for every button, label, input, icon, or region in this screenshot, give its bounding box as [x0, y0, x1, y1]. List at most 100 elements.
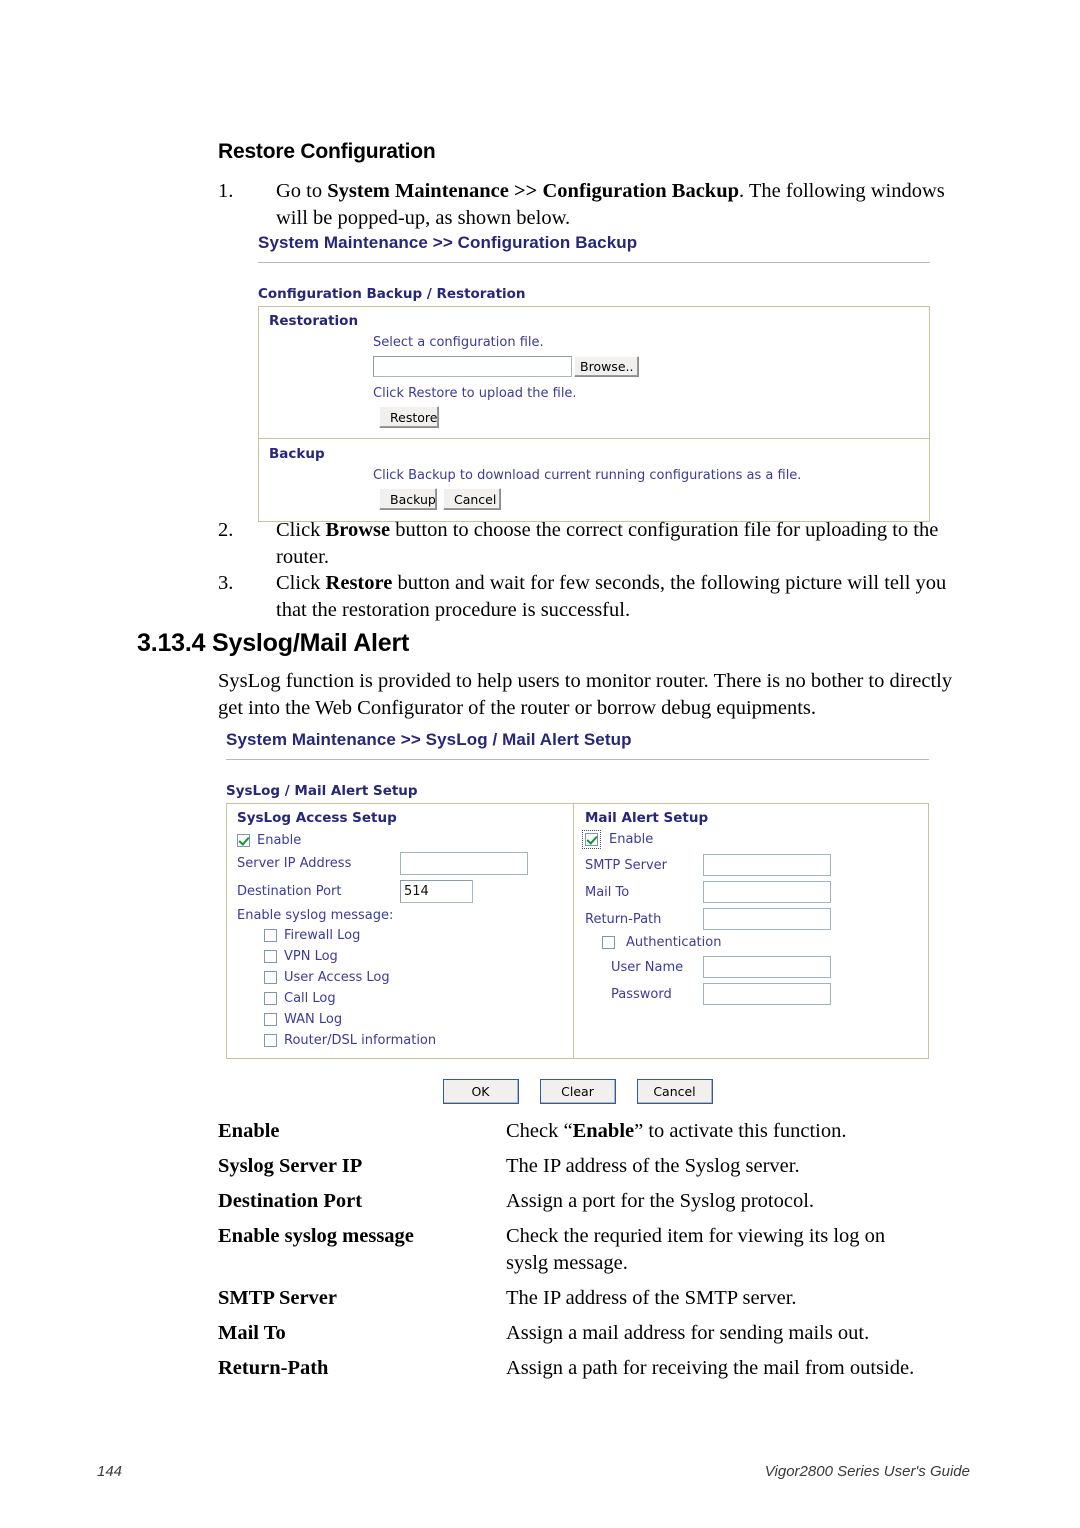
definition-term-return-path: Return-Path: [218, 1357, 329, 1379]
restore-button-row: Restore: [379, 406, 919, 428]
step-2-number: 2.: [218, 519, 234, 541]
mail-alert-enable-checkbox[interactable]: [582, 830, 601, 849]
definition-row-mail-to: Mail To Assign a mail address for sendin…: [218, 1320, 978, 1347]
wan-log-label: WAN Log: [284, 1012, 343, 1027]
form-action-buttons: OK Clear Cancel: [226, 1079, 929, 1104]
server-ip-label: Server IP Address: [237, 856, 352, 871]
header-divider: [258, 262, 930, 263]
clear-button[interactable]: Clear: [539, 1079, 616, 1104]
click-restore-text: Click Restore to upload the file.: [373, 386, 577, 401]
smtp-server-input[interactable]: [703, 854, 831, 876]
definition-desc-mail-to: Assign a mail address for sending mails …: [506, 1322, 870, 1344]
user-access-log-checkbox[interactable]: [264, 971, 277, 984]
syslog-enable-row[interactable]: Enable: [237, 833, 565, 848]
footer-page-number: 144: [97, 1463, 123, 1480]
firewall-log-label: Firewall Log: [284, 928, 361, 943]
step-item-3: 3. Click Restore button and wait for few…: [218, 570, 970, 624]
user-name-input[interactable]: [703, 956, 831, 978]
authentication-row[interactable]: Authentication: [602, 935, 918, 950]
definition-row-enable: Enable Check “Enable” to activate this f…: [218, 1118, 978, 1145]
select-config-file-text: Select a configuration file.: [373, 335, 544, 350]
definition-term-mail-to: Mail To: [218, 1322, 286, 1344]
password-input[interactable]: [703, 983, 831, 1005]
header-divider-syslog: [226, 759, 929, 760]
syslog-enable-label: Enable: [257, 833, 302, 848]
checkbox-row-vpn-log[interactable]: VPN Log: [264, 949, 565, 964]
cancel-button[interactable]: Cancel: [443, 488, 501, 510]
definition-desc-enable-syslog-message: Check the requried item for viewing its …: [506, 1225, 886, 1274]
checkbox-row-firewall-log[interactable]: Firewall Log: [264, 928, 565, 943]
checkbox-row-user-access-log[interactable]: User Access Log: [264, 970, 565, 985]
definition-term-destination-port: Destination Port: [218, 1190, 363, 1212]
definition-term-enable-syslog-message: Enable syslog message: [218, 1225, 414, 1247]
footer-guide-name: Vigor2800 Series User's Guide: [764, 1463, 970, 1480]
password-row: Password: [611, 983, 918, 1005]
restoration-body: Select a configuration file. Browse.. Cl…: [373, 335, 919, 428]
box-title-configuration-backup: Configuration Backup / Restoration: [258, 286, 526, 302]
mail-to-label: Mail To: [585, 884, 630, 900]
syslog-access-setup-heading: SysLog Access Setup: [237, 810, 397, 826]
firewall-log-checkbox[interactable]: [264, 929, 277, 942]
mail-alert-enable-row[interactable]: Enable: [582, 830, 918, 849]
backup-body: Click Backup to download current running…: [373, 468, 919, 510]
definition-desc-smtp-server: The IP address of the SMTP server.: [506, 1287, 797, 1309]
backup-section: Backup Click Backup to download current …: [259, 439, 929, 521]
vpn-log-checkbox[interactable]: [264, 950, 277, 963]
server-ip-input[interactable]: [400, 852, 528, 875]
checkbox-row-router-dsl-information[interactable]: Router/DSL information: [264, 1033, 565, 1048]
step-2-text: Click Browse button to choose the correc…: [276, 519, 939, 568]
cancel-button-syslog[interactable]: Cancel: [636, 1079, 713, 1104]
ok-button[interactable]: OK: [442, 1079, 519, 1104]
syslog-enable-checkbox[interactable]: [237, 834, 250, 847]
call-log-label: Call Log: [284, 991, 336, 1006]
checkbox-row-call-log[interactable]: Call Log: [264, 991, 565, 1006]
mail-alert-setup-column: Mail Alert Setup Enable SMTP Server Mail…: [574, 804, 928, 1058]
user-access-log-label: User Access Log: [284, 970, 390, 985]
step-1-text: Go to System Maintenance >> Configuratio…: [276, 180, 945, 229]
definition-row-destination-port: Destination Port Assign a port for the S…: [218, 1188, 978, 1215]
intro-paragraph: SysLog function is provided to help user…: [218, 670, 953, 719]
router-dsl-information-checkbox[interactable]: [264, 1034, 277, 1047]
syslog-mail-alert-box: SysLog Access Setup Enable Server IP Add…: [226, 803, 929, 1059]
step-1-number: 1.: [218, 180, 234, 202]
definition-row-syslog-server-ip: Syslog Server IP The IP address of the S…: [218, 1153, 978, 1180]
syslog-message-checkbox-group: Firewall Log VPN Log User Access Log Cal…: [264, 928, 565, 1048]
authentication-checkbox[interactable]: [602, 936, 615, 949]
return-path-label: Return-Path: [585, 911, 662, 927]
configuration-file-input[interactable]: [373, 356, 572, 377]
chapter-heading-syslog-mail-alert: 3.13.4 Syslog/Mail Alert: [137, 629, 410, 657]
step-item-1: 1. Go to System Maintenance >> Configura…: [218, 178, 968, 232]
definition-row-smtp-server: SMTP Server The IP address of the SMTP s…: [218, 1285, 978, 1312]
syslog-mail-alert-screenshot: System Maintenance >> SysLog / Mail Aler…: [226, 730, 929, 1104]
return-path-input[interactable]: [703, 908, 831, 930]
definition-row-return-path: Return-Path Assign a path for receiving …: [218, 1355, 978, 1382]
step-item-2: 2. Click Browse button to choose the cor…: [218, 517, 960, 571]
restoration-label: Restoration: [269, 313, 359, 329]
breadcrumb-syslog-mail-alert: System Maintenance >> SysLog / Mail Aler…: [226, 730, 632, 749]
definition-term-smtp-server: SMTP Server: [218, 1287, 337, 1309]
step-3-number: 3.: [218, 572, 234, 594]
call-log-checkbox[interactable]: [264, 992, 277, 1005]
browse-button[interactable]: Browse..: [574, 356, 640, 377]
return-path-row: Return-Path: [585, 908, 918, 930]
authentication-label: Authentication: [626, 935, 722, 950]
restoration-section: Restoration Select a configuration file.…: [259, 307, 929, 438]
box-title-syslog-mail-alert: SysLog / Mail Alert Setup: [226, 783, 418, 799]
parameter-definition-list: Enable Check “Enable” to activate this f…: [218, 1118, 978, 1390]
smtp-server-label: SMTP Server: [585, 857, 668, 873]
definition-desc-enable: Check “Enable” to activate this function…: [506, 1120, 847, 1142]
restore-button[interactable]: Restore: [379, 406, 439, 428]
backup-button-row: Backup Cancel: [379, 488, 919, 510]
syslog-access-setup-column: SysLog Access Setup Enable Server IP Add…: [227, 804, 574, 1058]
vpn-log-label: VPN Log: [284, 949, 338, 964]
backup-button[interactable]: Backup: [379, 488, 437, 510]
password-label: Password: [611, 986, 672, 1002]
destination-port-input[interactable]: [400, 880, 473, 903]
wan-log-checkbox[interactable]: [264, 1013, 277, 1026]
file-picker-row: Browse..: [373, 356, 919, 377]
checkbox-row-wan-log[interactable]: WAN Log: [264, 1012, 565, 1027]
mail-to-input[interactable]: [703, 881, 831, 903]
router-dsl-information-label: Router/DSL information: [284, 1033, 437, 1048]
backup-description: Click Backup to download current running…: [373, 468, 802, 483]
configuration-backup-box: Restoration Select a configuration file.…: [258, 306, 930, 522]
